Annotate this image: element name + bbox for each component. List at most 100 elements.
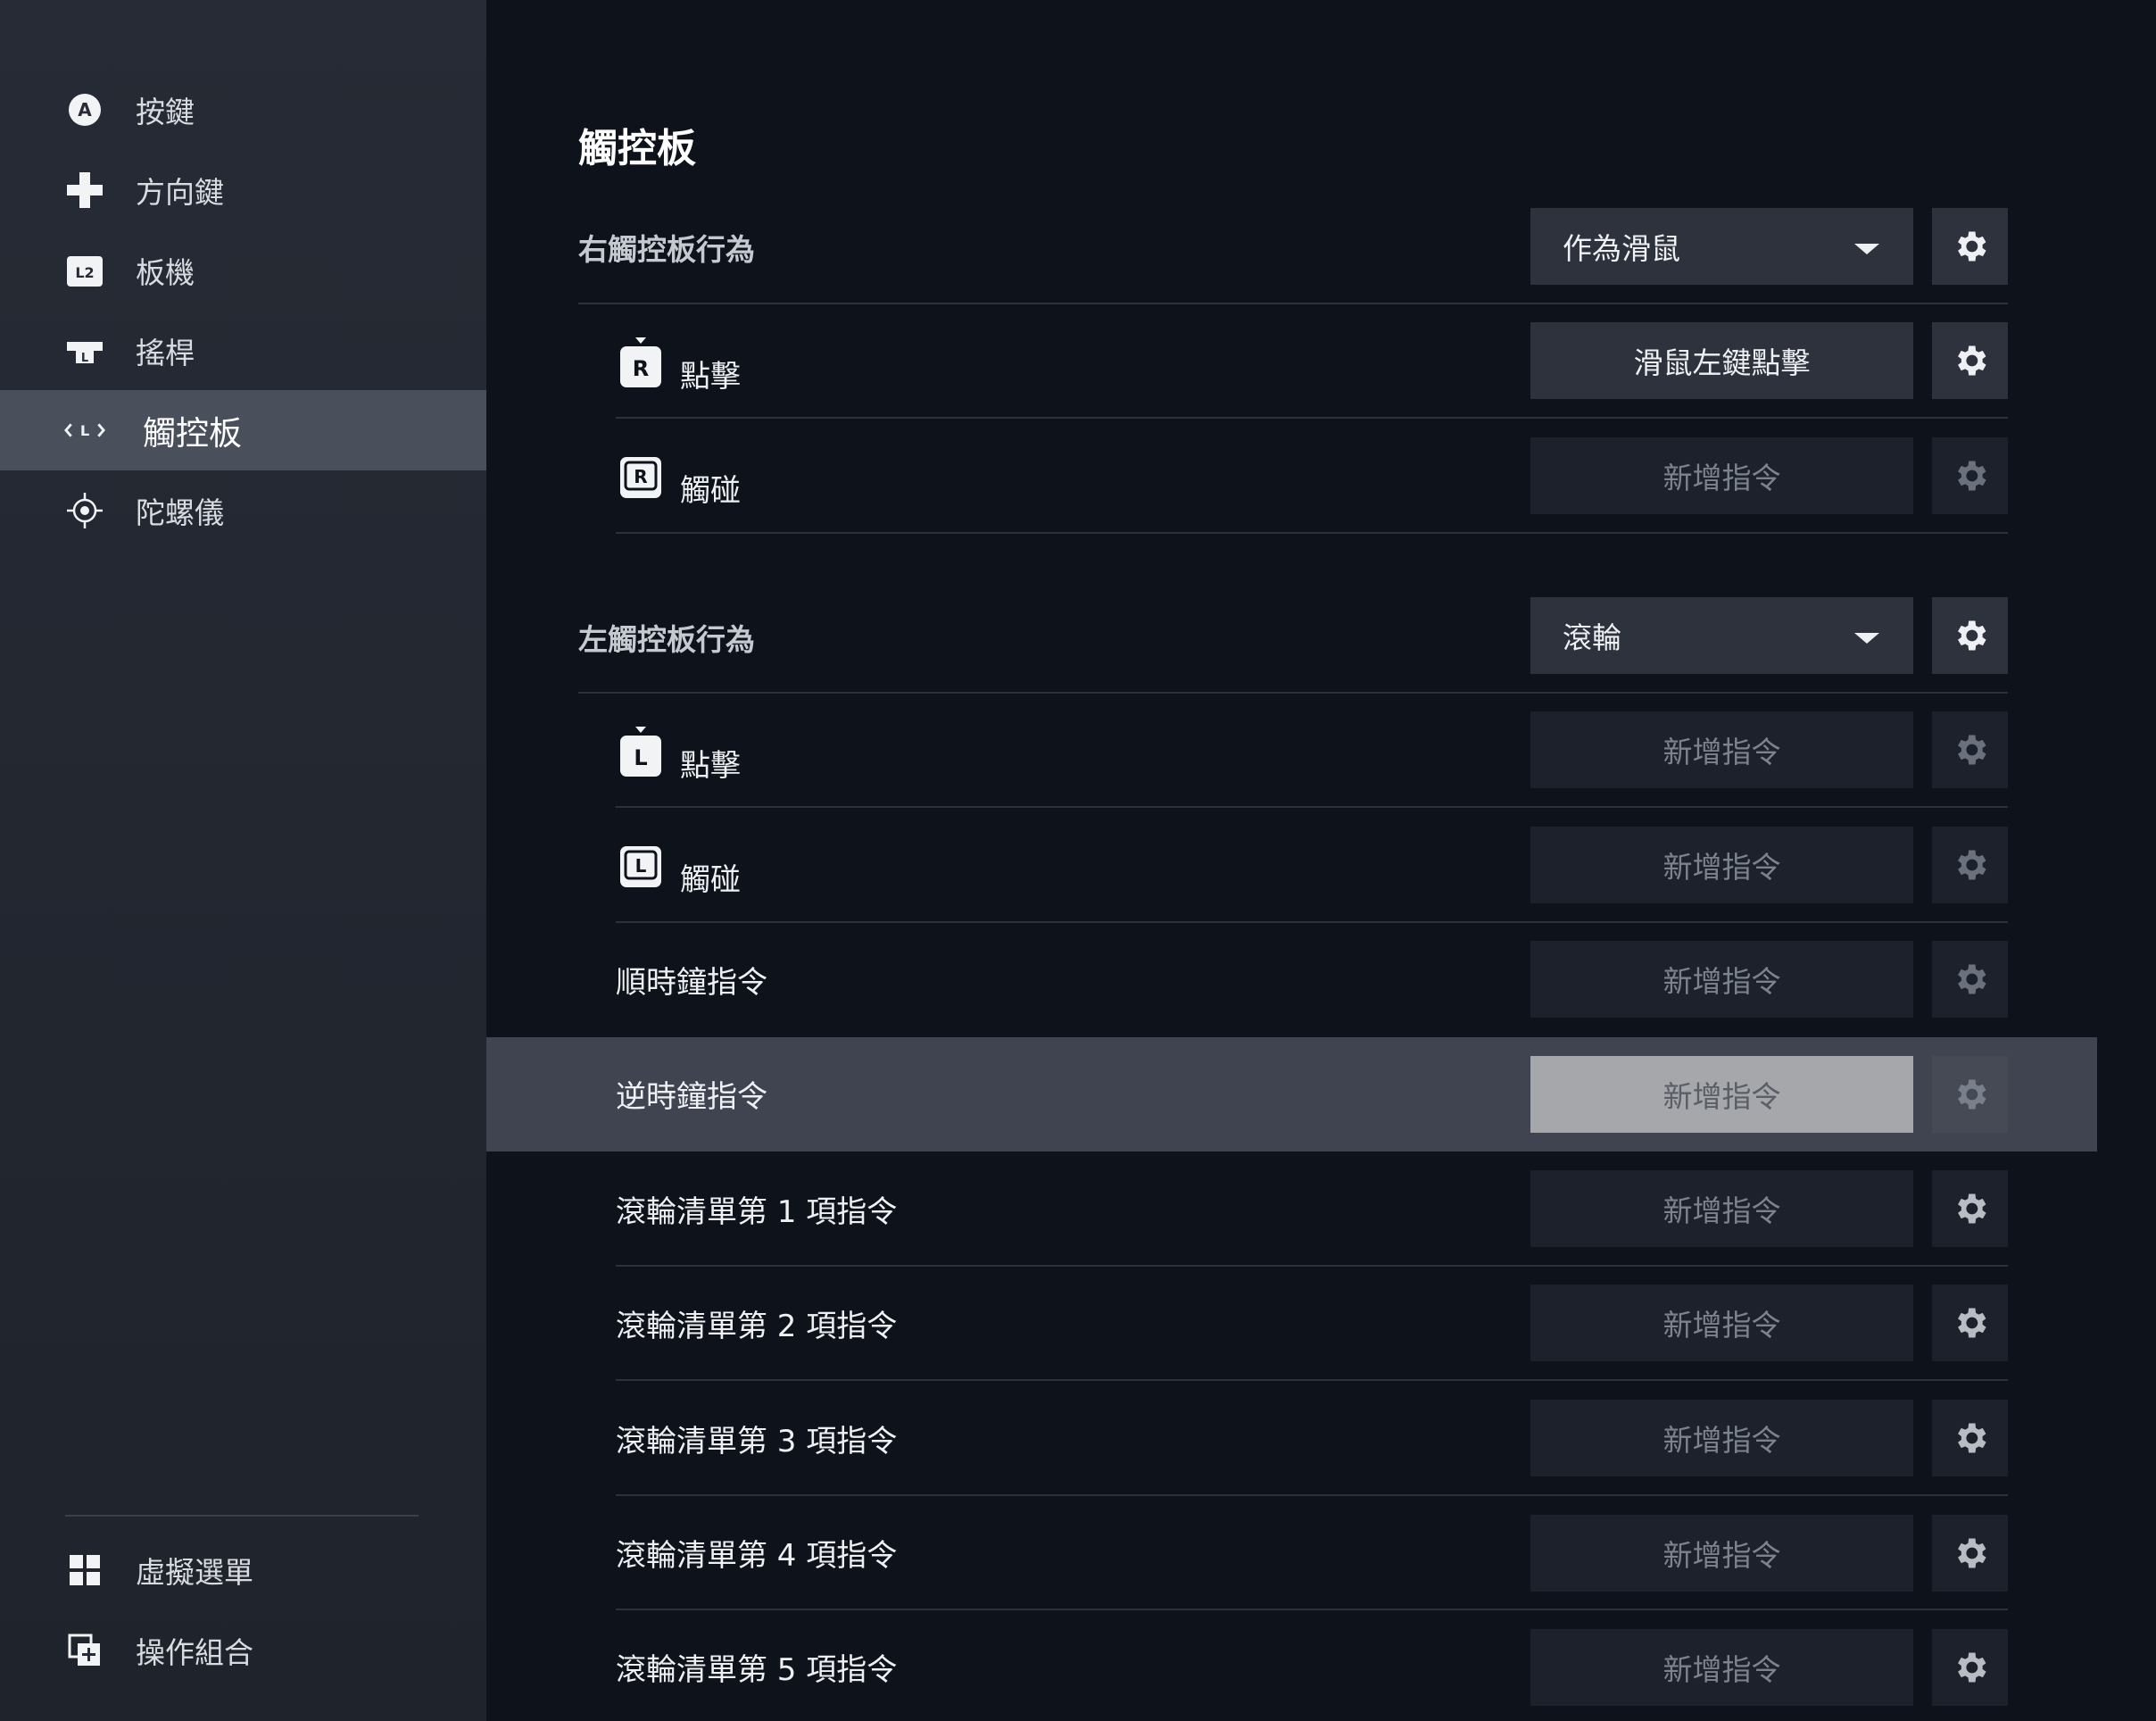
sidebar-item-dpad[interactable]: 方向鍵 — [0, 150, 486, 230]
gear-icon — [1957, 1652, 1986, 1683]
wheel-item-2-label: 滾輪清單第 2 項指令 — [616, 1309, 898, 1344]
svg-text:L: L — [81, 352, 88, 365]
right-touch-command-button[interactable]: 新增指令 — [1530, 437, 1913, 514]
wheel-item-3-label: 滾輪清單第 3 項指令 — [616, 1424, 898, 1459]
gear-icon — [1957, 1423, 1986, 1453]
svg-text:L: L — [80, 422, 89, 439]
clockwise-command-button[interactable]: 新增指令 — [1530, 941, 1913, 1018]
wheel-item-3-settings-button[interactable] — [1932, 1400, 2008, 1476]
page-title: 觸控板 — [578, 126, 696, 171]
wheel-item-5-command-button[interactable]: 新增指令 — [1530, 1629, 1913, 1706]
sidebar-item-buttons[interactable]: A 按鍵 — [0, 70, 486, 150]
left-click-settings-button[interactable] — [1932, 711, 2008, 788]
wheel-item-3-command-button[interactable]: 新增指令 — [1530, 1400, 1913, 1476]
gear-icon — [1957, 231, 1986, 262]
row-label-text: 觸碰 — [680, 862, 741, 898]
gear-icon — [1957, 620, 1986, 651]
wheel-item-5-settings-button[interactable] — [1932, 1629, 2008, 1706]
gear-icon — [1957, 1308, 1986, 1338]
wheel-item-1-label: 滾輪清單第 1 項指令 — [616, 1194, 898, 1230]
counter-clockwise-command-button[interactable]: 新增指令 — [1530, 1056, 1913, 1133]
a-button-icon: A — [64, 89, 105, 130]
svg-text:L: L — [634, 745, 647, 770]
sidebar-item-label: 操作組合 — [136, 1635, 253, 1670]
row-divider — [616, 806, 2008, 808]
gear-icon — [1957, 964, 1986, 994]
row-label-text: 點擊 — [680, 359, 741, 395]
sidebar-item-gyro[interactable]: 陀螺儀 — [0, 470, 486, 551]
left-touch-label: L 觸碰 — [616, 834, 741, 899]
row-divider — [616, 1379, 2008, 1381]
left-touch-settings-button[interactable] — [1932, 827, 2008, 903]
left-trackpad-section-title: 左觸控板行為 — [578, 622, 755, 657]
section-divider — [578, 692, 2008, 694]
right-trackpad-mode-dropdown[interactable]: 作為滑鼠 — [1530, 208, 1913, 285]
wheel-item-1-command-button[interactable]: 新增指令 — [1530, 1170, 1913, 1247]
row-divider — [616, 1609, 2008, 1610]
right-click-settings-button[interactable] — [1932, 322, 2008, 399]
wheel-item-2-settings-button[interactable] — [1932, 1285, 2008, 1361]
chevron-down-icon — [1854, 244, 1879, 254]
right-touch-label: R 觸碰 — [616, 445, 741, 510]
counter-clockwise-command-label: 逆時鐘指令 — [616, 1079, 767, 1115]
section-divider — [578, 303, 2008, 304]
dropdown-value: 作為滑鼠 — [1563, 231, 1680, 266]
sidebar-item-label: 觸控板 — [143, 414, 242, 453]
sidebar-item-label: 陀螺儀 — [136, 495, 224, 530]
svg-text:A: A — [78, 99, 92, 121]
sidebar-item-label: 搖桿 — [136, 336, 195, 370]
clockwise-settings-button[interactable] — [1932, 941, 2008, 1018]
trackpad-icon: L — [64, 410, 105, 451]
dropdown-value: 滾輪 — [1563, 620, 1621, 655]
left-touch-command-button[interactable]: 新增指令 — [1530, 827, 1913, 903]
counter-clockwise-settings-button[interactable] — [1932, 1056, 2008, 1133]
left-trackpad-settings-button[interactable] — [1932, 597, 2008, 674]
l-click-glyph-icon: L — [616, 725, 666, 780]
wheel-item-5-label: 滾輪清單第 5 項指令 — [616, 1652, 898, 1688]
sidebar-item-virtual-menus[interactable]: 虛擬選單 — [0, 1530, 486, 1610]
gear-icon — [1957, 1079, 1986, 1110]
svg-text:L: L — [635, 855, 647, 877]
row-label-text: 點擊 — [680, 748, 741, 784]
sidebar-item-joysticks[interactable]: L 搖桿 — [0, 311, 486, 391]
row-divider — [616, 1265, 2008, 1267]
wheel-item-1-settings-button[interactable] — [1932, 1170, 2008, 1247]
left-trackpad-mode-dropdown[interactable]: 滾輪 — [1530, 597, 1913, 674]
joystick-icon: L — [64, 330, 105, 371]
row-divider — [616, 921, 2008, 923]
wheel-item-2-command-button[interactable]: 新增指令 — [1530, 1285, 1913, 1361]
gear-icon — [1957, 345, 1986, 376]
action-set-icon — [64, 1630, 105, 1671]
left-click-command-button[interactable]: 新增指令 — [1530, 711, 1913, 788]
sidebar-divider — [65, 1515, 419, 1517]
wheel-item-4-command-button[interactable]: 新增指令 — [1530, 1515, 1913, 1592]
svg-text:R: R — [634, 466, 647, 487]
sidebar-item-label: 板機 — [136, 255, 195, 290]
svg-text:R: R — [633, 356, 649, 381]
right-click-label: R 點擊 — [616, 330, 741, 395]
sidebar: A 按鍵 方向鍵 L2 板機 L 搖桿 L 觸控板 陀螺儀 虛擬選單 操作組合 — [0, 0, 486, 1721]
wheel-item-4-label: 滾輪清單第 4 項指令 — [616, 1538, 898, 1574]
r-click-glyph-icon: R — [616, 336, 666, 391]
gear-icon — [1957, 1193, 1986, 1224]
right-touch-settings-button[interactable] — [1932, 437, 2008, 514]
right-trackpad-settings-button[interactable] — [1932, 208, 2008, 285]
wheel-item-4-settings-button[interactable] — [1932, 1515, 2008, 1592]
row-divider — [616, 1494, 2008, 1496]
l2-trigger-icon: L2 — [64, 250, 105, 291]
left-click-label: L 點擊 — [616, 719, 741, 785]
row-label-text: 觸碰 — [680, 473, 741, 509]
sidebar-item-action-sets[interactable]: 操作組合 — [0, 1610, 486, 1691]
gyro-icon — [64, 490, 105, 531]
right-trackpad-section-title: 右觸控板行為 — [578, 232, 755, 267]
gear-icon — [1957, 735, 1986, 765]
r-touch-glyph-icon: R — [616, 450, 666, 505]
right-click-command-button[interactable]: 滑鼠左鍵點擊 — [1530, 322, 1913, 399]
grid-menu-icon — [64, 1550, 105, 1591]
chevron-down-icon — [1854, 633, 1879, 644]
sidebar-item-triggers[interactable]: L2 板機 — [0, 230, 486, 311]
gear-icon — [1957, 850, 1986, 880]
svg-text:L2: L2 — [75, 264, 94, 281]
gear-icon — [1957, 461, 1986, 491]
sidebar-item-trackpads[interactable]: L 觸控板 — [0, 390, 486, 470]
